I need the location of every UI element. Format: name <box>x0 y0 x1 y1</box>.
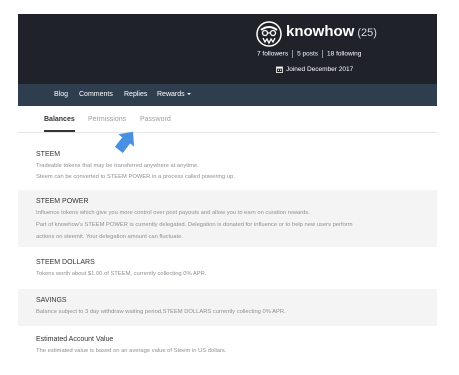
section-title: STEEM <box>36 151 61 158</box>
stats-divider <box>292 50 294 58</box>
section-description: Tokens worth about $1.00 of STEEM, curre… <box>36 271 207 277</box>
nav-rewards[interactable]: Rewards <box>157 84 191 106</box>
posts-count: 5 posts <box>297 50 319 58</box>
section-description: actions on steemit. Your delegation amou… <box>36 234 183 240</box>
section-description: Tradeable tokens that may be transferred… <box>36 163 199 169</box>
nav-rewards-label: Rewards <box>157 91 185 98</box>
section-description: Balance subject to 3 day withdraw waitin… <box>36 309 286 315</box>
nav-replies[interactable]: Replies <box>124 84 147 106</box>
wallet-tabs: Balances Permissions Password <box>18 106 437 133</box>
profile-stats: 7 followers 5 posts 18 following <box>257 50 361 58</box>
username: knowhow <box>286 23 355 40</box>
section-title: SAVINGS <box>36 297 67 304</box>
steem-section: STEEM Tradeable tokens that may be trans… <box>18 145 437 185</box>
wallet-page: knowhow (25) 7 followers 5 posts 18 followi… <box>18 14 437 370</box>
reputation-score: (25) <box>357 27 377 39</box>
joined-date: Joined December 2017 <box>276 66 353 73</box>
section-title: STEEM DOLLARS <box>36 259 95 266</box>
account-value-section: Estimated Account Value The estimated va… <box>18 330 437 366</box>
username-row: knowhow (25) <box>286 23 377 41</box>
avatar[interactable] <box>256 21 282 47</box>
profile-header: knowhow (25) 7 followers 5 posts 18 followi… <box>18 14 437 84</box>
section-description: The estimated value is based on an avera… <box>36 348 227 354</box>
section-title: STEEM POWER <box>36 198 89 205</box>
section-description: Part of knowhow's STEEM POWER is current… <box>36 222 353 228</box>
profile-nav: Blog Comments Replies Rewards <box>18 84 437 106</box>
section-description: Steem can be converted to STEEM POWER in… <box>36 174 235 180</box>
tab-balances[interactable]: Balances <box>44 106 75 132</box>
followers-link[interactable]: 7 followers <box>257 51 288 58</box>
chevron-down-icon <box>186 93 191 96</box>
nav-comments[interactable]: Comments <box>79 84 113 106</box>
stats-divider <box>322 50 324 58</box>
section-title: Estimated Account Value <box>36 336 114 343</box>
nav-blog[interactable]: Blog <box>54 84 68 106</box>
following-link[interactable]: 18 following <box>327 51 361 58</box>
section-description: Influence tokens which give you more con… <box>36 210 310 216</box>
tab-password[interactable]: Password <box>140 106 171 132</box>
joined-text: Joined December 2017 <box>286 66 354 74</box>
calendar-icon <box>276 66 283 73</box>
savings-section: SAVINGS Balance subject to 3 day withdra… <box>18 289 437 326</box>
steem-power-section: STEEM POWER Influence tokens which give … <box>18 190 437 247</box>
steem-dollars-section: STEEM DOLLARS Tokens worth about $1.00 o… <box>18 252 437 286</box>
